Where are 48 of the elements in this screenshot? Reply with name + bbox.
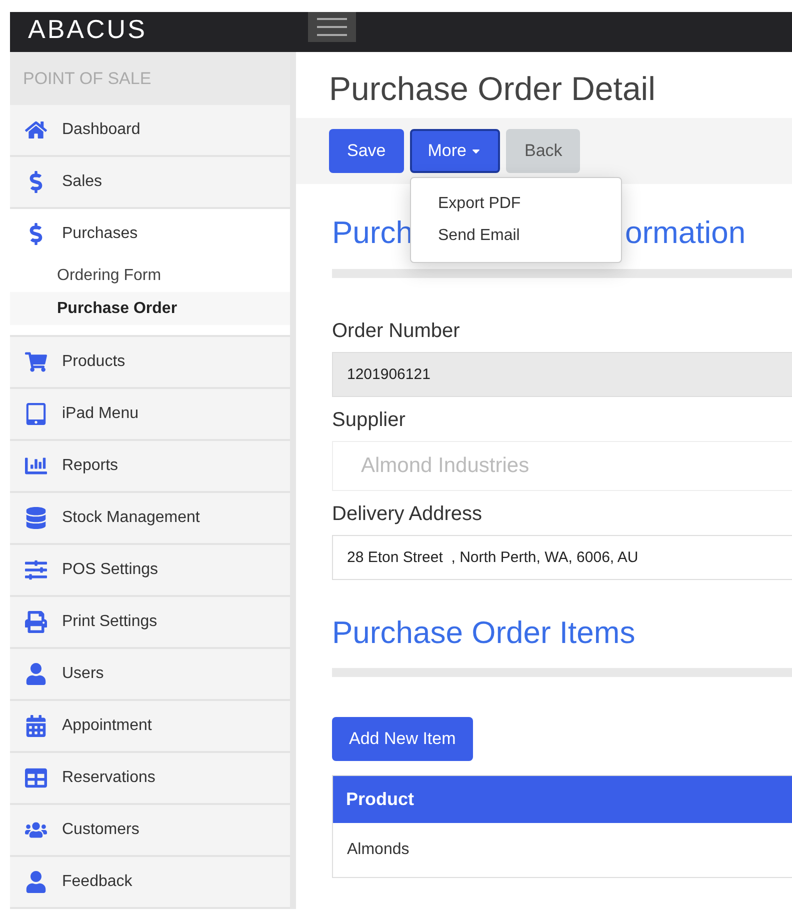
bar-chart-icon [25, 455, 47, 477]
stack-icon [25, 507, 47, 529]
section-heading: ormation [624, 214, 746, 252]
print-icon [25, 611, 47, 633]
calendar-icon [25, 715, 47, 737]
menu-item[interactable]: Send Email [411, 220, 621, 252]
menu-icon [317, 17, 347, 37]
sliders-icon [25, 559, 47, 581]
sidebar-item[interactable]: Feedback [10, 857, 290, 907]
brand-logo: ABACUS [28, 16, 147, 42]
sidebar-heading: POINT OF SALE [23, 68, 152, 90]
menu-item[interactable]: Export PDF [411, 188, 621, 220]
sidebar-item[interactable]: Reports [10, 441, 290, 491]
table-icon [25, 767, 47, 789]
sidebar-item[interactable]: iPad Menu [10, 389, 290, 439]
table-header: Product [332, 776, 792, 822]
home-icon [25, 119, 47, 141]
field-label: Order Number [332, 318, 461, 344]
table-cell: Almonds [332, 822, 792, 878]
field-label: Delivery Address [332, 502, 484, 526]
sidebar-item[interactable]: Purchases [10, 209, 290, 259]
cart-icon [25, 351, 47, 373]
sidebar-item[interactable]: Dashboard [10, 105, 290, 155]
user-icon [25, 663, 47, 685]
sidebar-subitem[interactable]: Ordering Form [10, 259, 290, 292]
page-title: Purchase Order Detail [329, 69, 656, 109]
tablet-icon [25, 403, 47, 425]
text-field[interactable]: 28 Eton Street , North Perth, WA, 6006, AU [332, 534, 792, 580]
more-dropdown-button[interactable]: More [410, 129, 500, 173]
sidebar-item[interactable]: POS Settings [10, 545, 290, 595]
sidebar-item[interactable]: Appointment [10, 701, 290, 751]
toolbar-button[interactable]: Save [329, 129, 404, 173]
section-heading: Purch [332, 214, 413, 252]
sidebar-item[interactable]: Reservations [10, 753, 290, 803]
sidebar-item[interactable]: Sales [10, 157, 290, 207]
field-label: Supplier [332, 408, 406, 432]
add-item-button[interactable]: Add New Item [332, 717, 473, 761]
sidebar-item[interactable]: Print Settings [10, 597, 290, 647]
section-heading: Purchase Order Items [332, 614, 636, 652]
select-field[interactable]: Almond Industries [332, 440, 792, 490]
sidebar-item[interactable]: Users [10, 649, 290, 699]
sidebar-subitem[interactable]: Purchase Order [10, 292, 290, 325]
sidebar-item[interactable]: Customers [10, 805, 290, 855]
toolbar-button[interactable]: Back [506, 129, 580, 173]
sidebar-item[interactable]: Products [10, 337, 290, 387]
sidebar-item[interactable]: Stock Management [10, 493, 290, 543]
menu-button[interactable] [308, 12, 356, 42]
user-icon [25, 871, 47, 893]
